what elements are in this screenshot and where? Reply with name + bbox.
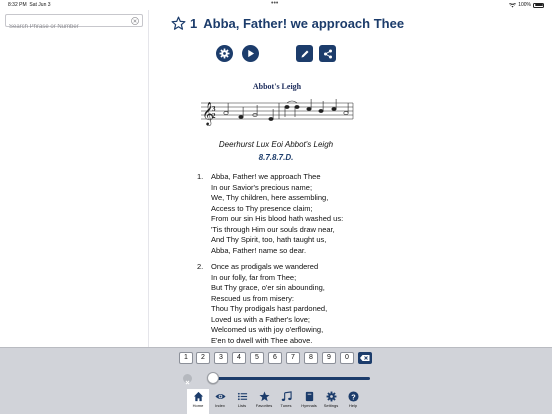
meter: 8.7.8.7.D. (258, 153, 294, 162)
staff-image: 𝄞 3 2 (201, 99, 354, 126)
list-icon (237, 392, 247, 401)
status-indicators: 100% (509, 2, 544, 8)
hymn-header: 1 Abba, Father! we approach Thee (171, 16, 404, 31)
multitasking-dots[interactable]: ••• (271, 0, 278, 7)
tab-hymnals[interactable]: Hymnals (298, 389, 320, 414)
key-8[interactable]: 8 (304, 352, 318, 364)
wifi-icon (509, 2, 517, 7)
music-note-icon (281, 391, 292, 401)
tab-tunes[interactable]: Tunes (275, 389, 297, 414)
gear-icon (326, 391, 336, 402)
tab-home[interactable]: Home (187, 389, 209, 414)
key-1[interactable]: 1 (179, 352, 193, 364)
key-7[interactable]: 7 (286, 352, 300, 364)
key-5[interactable]: 5 (250, 352, 264, 364)
favorite-star-icon[interactable] (171, 16, 186, 31)
verse-number: 2. (197, 262, 204, 271)
key-4[interactable]: 4 (232, 352, 246, 364)
tab-bar: Home Index Lists Favorites Tunes Hymnals… (0, 389, 552, 414)
clear-number-button[interactable] (183, 374, 192, 385)
slider-track[interactable] (213, 377, 370, 380)
search-input[interactable] (6, 21, 124, 33)
battery-icon (533, 2, 544, 8)
music-notation: Abbot's Leigh 𝄞 3 2 (199, 82, 355, 127)
help-icon: ? (347, 391, 359, 402)
tab-settings[interactable]: Settings (320, 389, 342, 414)
sidebar-divider (148, 10, 149, 347)
verse: 2. Once as prodigals we wandered In our … (197, 262, 397, 346)
battery-percent: 100% (518, 2, 531, 8)
verse-line: From our sin His blood hath washed us: (211, 214, 344, 223)
book-icon (305, 391, 313, 402)
status-bar: 8:32 PM Sat Jun 3 ••• 100% (0, 0, 552, 10)
verse-line: Access to Thy presence claim; (211, 203, 313, 213)
verse-line: And Thy Spirit, too, hath taught us, (211, 235, 327, 244)
number-pad: 1 2 3 4 5 6 7 8 9 0 (0, 347, 552, 367)
lyrics: 1. Abba, Father! we approach Thee In our… (197, 172, 397, 346)
key-0[interactable]: 0 (340, 352, 354, 364)
tab-help[interactable]: ? Help (342, 389, 364, 414)
verse-number: 1. (197, 172, 204, 181)
star-icon (258, 391, 270, 402)
tune-list: Deerhurst Lux Eoi Abbot's Leigh (218, 140, 334, 149)
svg-text:?: ? (351, 392, 356, 401)
home-icon (193, 391, 203, 402)
tune-name: Abbot's Leigh (252, 82, 302, 91)
share-button[interactable] (319, 45, 336, 62)
verse-line: E'en to dwell with Thee above. (211, 335, 313, 345)
verse-line: Welcomed us with joy o'erflowing, (211, 325, 324, 334)
verse-line: Once as prodigals we wandered (211, 262, 319, 271)
delete-key[interactable] (358, 352, 372, 364)
verse-line: Rescued us from misery: (211, 293, 294, 303)
status-time: 8:32 PM Sat Jun 3 (8, 2, 51, 8)
verse-line: In our Savior's precious name; (211, 182, 313, 192)
tab-favorites[interactable]: Favorites (253, 389, 275, 414)
eye-icon (214, 393, 226, 400)
hymn-number: 1 (190, 16, 198, 31)
hymn-title: Abba, Father! we approach Thee (203, 16, 405, 31)
verse-line: We, Thy children, here assembling, (211, 193, 329, 202)
tab-index[interactable]: Index (209, 389, 231, 414)
settings-button[interactable] (216, 45, 233, 62)
key-6[interactable]: 6 (268, 352, 282, 364)
number-slider-bar (0, 367, 552, 389)
tab-lists[interactable]: Lists (231, 389, 253, 414)
play-icon (248, 49, 255, 58)
share-icon (323, 49, 332, 58)
edit-button[interactable] (296, 45, 313, 62)
key-2[interactable]: 2 (196, 352, 210, 364)
verse-line: Abba, Father! name so dear. (211, 245, 307, 255)
verse-line: But Thy grace, o'er sin abounding, (211, 283, 325, 292)
close-icon (185, 380, 190, 385)
verse-line: Loved us with a Father's love; (211, 314, 310, 324)
gear-icon (219, 48, 230, 59)
backspace-icon (360, 355, 370, 361)
key-3[interactable]: 3 (214, 352, 228, 364)
pencil-icon (301, 50, 308, 57)
verse: 1. Abba, Father! we approach Thee In our… (197, 172, 397, 256)
play-button[interactable] (242, 45, 259, 62)
verse-line: Abba, Father! we approach Thee (211, 172, 321, 181)
key-9[interactable]: 9 (322, 352, 336, 364)
search-box[interactable] (5, 14, 143, 33)
slider-thumb[interactable] (207, 372, 219, 384)
clear-search-icon[interactable] (131, 17, 139, 25)
verse-line: Thou Thy prodigals hast pardoned, (211, 304, 328, 313)
verse-line: In our folly, far from Thee; (211, 272, 297, 282)
svg-text:2: 2 (212, 112, 216, 120)
verse-line: 'Tis through Him our souls draw near, (211, 224, 335, 234)
